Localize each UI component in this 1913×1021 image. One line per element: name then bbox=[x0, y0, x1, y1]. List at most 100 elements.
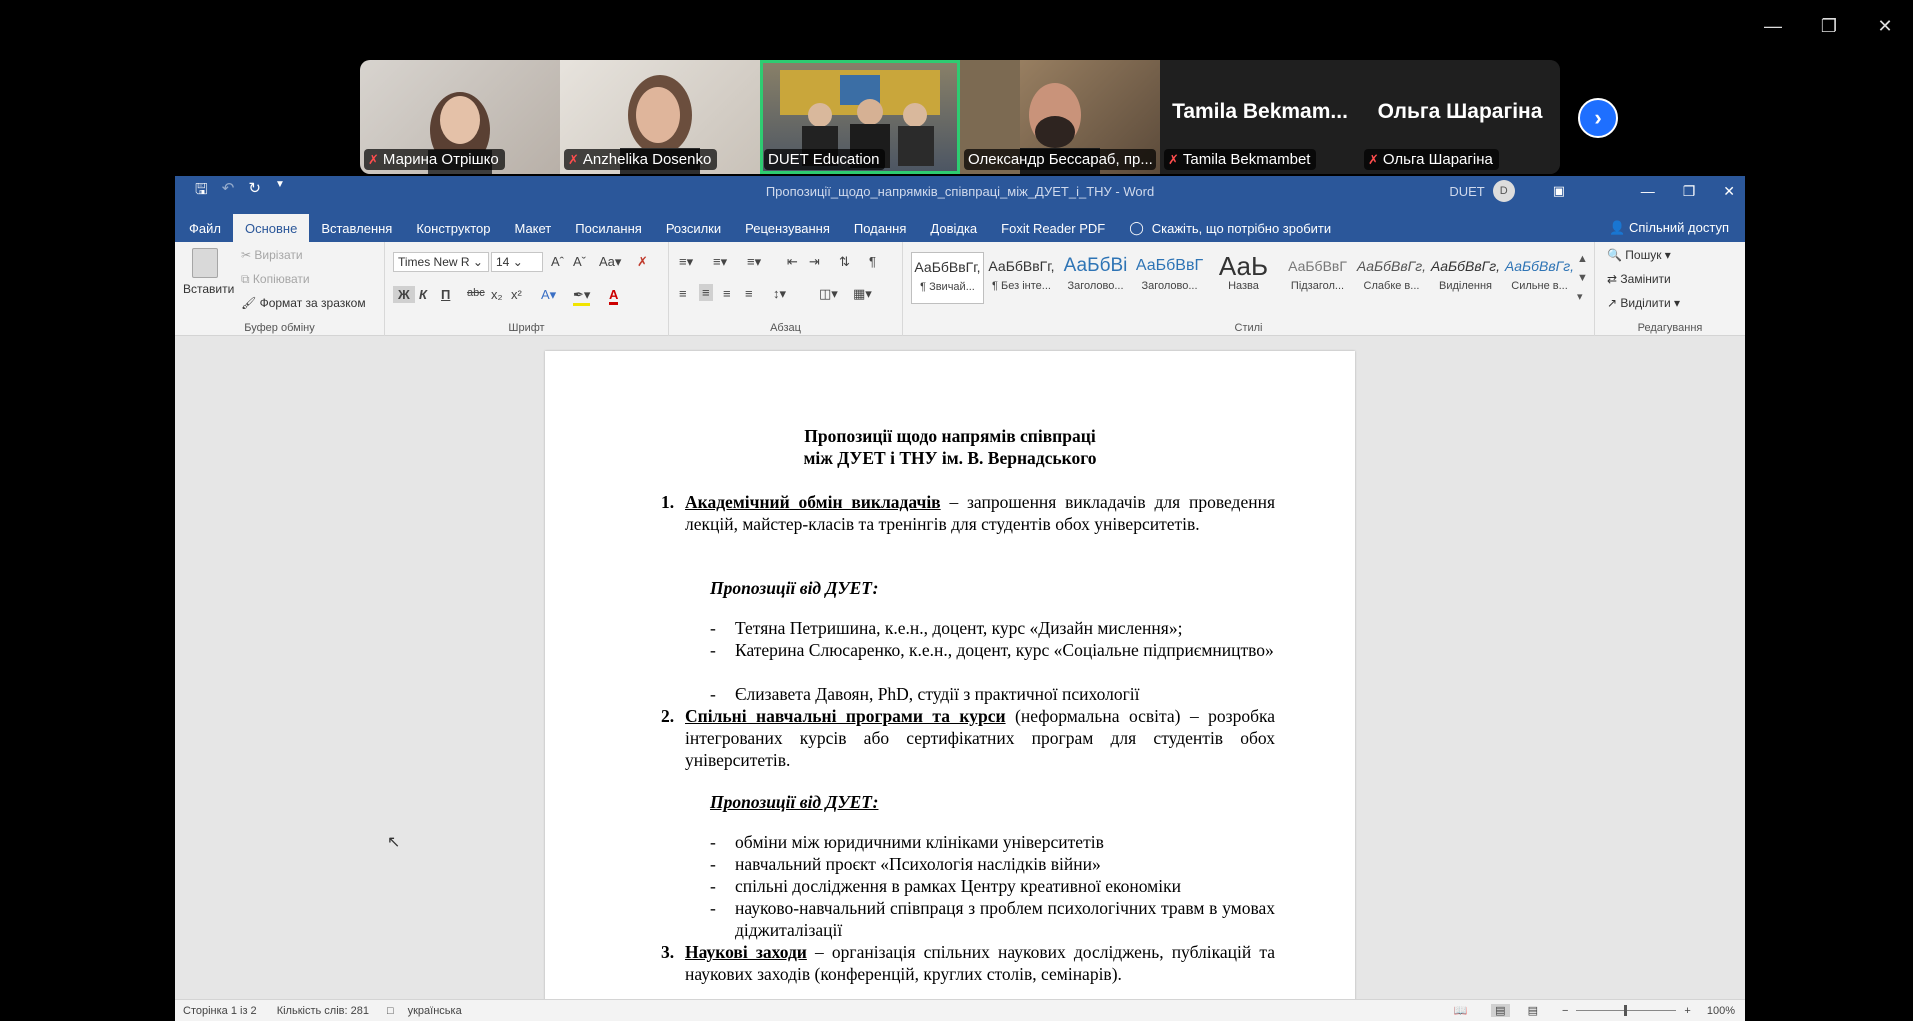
close-icon[interactable]: ✕ bbox=[1857, 0, 1913, 52]
save-icon[interactable]: 🖫 bbox=[195, 179, 208, 204]
style-heading-1[interactable]: АаБбВі Заголово... bbox=[1059, 252, 1132, 304]
sort-icon[interactable]: ⇅ bbox=[839, 254, 850, 270]
zoom-slider[interactable] bbox=[1576, 1005, 1677, 1016]
mouse-cursor-icon: ↖ bbox=[387, 834, 401, 851]
style-emphasis[interactable]: АаБбВвГг, Виділення bbox=[1429, 252, 1502, 304]
zoom-thumb[interactable] bbox=[1624, 1005, 1628, 1016]
clear-format-icon[interactable]: ✗ bbox=[637, 254, 648, 270]
multilevel-list-icon[interactable]: ≡▾ bbox=[747, 254, 761, 270]
participant-tile[interactable]: Олександр Бессараб, пр... bbox=[960, 60, 1160, 174]
style-normal[interactable]: АаБбВвГг, ¶ Звичай... bbox=[911, 252, 984, 304]
replace-button[interactable]: ⇄ Замінити bbox=[1607, 272, 1671, 286]
mic-off-icon: ✗ bbox=[568, 151, 579, 167]
restore-icon[interactable]: ❐ bbox=[1801, 0, 1857, 52]
increase-indent-icon[interactable]: ⇥ bbox=[809, 254, 820, 270]
numbering-icon[interactable]: ≡▾ bbox=[713, 254, 727, 270]
zoom-level[interactable]: 100% bbox=[1707, 1005, 1735, 1017]
web-layout-icon[interactable]: ▤ bbox=[1528, 1004, 1538, 1017]
style-no-spacing[interactable]: АаБбВвГг, ¶ Без інте... bbox=[985, 252, 1058, 304]
close-icon[interactable]: ✕ bbox=[1723, 183, 1735, 200]
font-size-select[interactable]: 14 ⌄ bbox=[491, 252, 543, 272]
document-page[interactable]: Пропозиції щодо напрямів співпраці між Д… bbox=[545, 351, 1355, 1001]
align-left-icon[interactable]: ≡ bbox=[679, 286, 687, 301]
select-button[interactable]: ↗ Виділити ▾ bbox=[1607, 296, 1680, 310]
tab-view[interactable]: Подання bbox=[842, 214, 919, 242]
change-case-icon[interactable]: Aa▾ bbox=[599, 254, 621, 270]
redo-icon[interactable]: ↻ bbox=[248, 179, 261, 204]
tab-file[interactable]: Файл bbox=[175, 214, 233, 242]
tell-me-box[interactable]: ◯ Скажіть, що потрібно зробити bbox=[1129, 214, 1331, 242]
restore-icon[interactable]: ❐ bbox=[1683, 183, 1696, 200]
ribbon-display-icon[interactable]: ▣ bbox=[1553, 183, 1565, 199]
avatar: D bbox=[1492, 180, 1515, 202]
align-center-icon[interactable]: ≡ bbox=[699, 284, 713, 301]
read-mode-icon[interactable]: 📖 bbox=[1453, 1004, 1467, 1017]
decrease-indent-icon[interactable]: ⇤ bbox=[787, 254, 798, 270]
tab-insert[interactable]: Вставлення bbox=[309, 214, 404, 242]
tab-design[interactable]: Конструктор bbox=[404, 214, 502, 242]
word-count[interactable]: Кількість слів: 281 bbox=[277, 1005, 369, 1017]
minimize-icon[interactable]: — bbox=[1745, 0, 1801, 52]
minimize-icon[interactable]: — bbox=[1641, 183, 1655, 200]
grow-font-icon[interactable]: Aˆ bbox=[551, 254, 564, 269]
tab-layout[interactable]: Макет bbox=[502, 214, 563, 242]
shrink-font-icon[interactable]: Aˇ bbox=[573, 254, 586, 269]
participant-tile-active[interactable]: DUET Education bbox=[760, 60, 960, 174]
paste-button[interactable]: Вставити bbox=[183, 248, 235, 296]
subscript-icon[interactable]: x₂ bbox=[491, 287, 503, 302]
bold-icon[interactable]: Ж bbox=[393, 286, 415, 303]
tab-references[interactable]: Посилання bbox=[563, 214, 654, 242]
participant-tile[interactable]: Tamila Bekmam... ✗ Tamila Bekmambet bbox=[1160, 60, 1360, 174]
proofing-icon[interactable]: □ bbox=[387, 1005, 394, 1017]
highlight-icon[interactable]: ✒▾ bbox=[573, 287, 591, 306]
paste-label: Вставити bbox=[183, 282, 235, 296]
text-effects-icon[interactable]: A▾ bbox=[541, 287, 556, 303]
zoom-in-icon[interactable]: + bbox=[1684, 1005, 1690, 1017]
format-painter-button[interactable]: 🖌 Формат за зразком bbox=[241, 296, 366, 310]
clipboard-icon bbox=[192, 248, 218, 278]
list-item: - спільні дослідження в рамках Центру кре… bbox=[710, 876, 1181, 896]
tab-home[interactable]: Основне bbox=[232, 214, 310, 242]
borders-icon[interactable]: ▦▾ bbox=[853, 286, 872, 302]
document-canvas[interactable]: Пропозиції щодо напрямів співпраці між Д… bbox=[175, 336, 1745, 1001]
proposals-heading: Пропозиції від ДУЕТ: bbox=[710, 792, 879, 812]
cut-button[interactable]: ✂ Вирізати bbox=[241, 248, 303, 262]
tab-mailings[interactable]: Розсилки bbox=[654, 214, 733, 242]
font-color-icon[interactable]: A bbox=[609, 287, 619, 305]
participant-tile[interactable]: ✗ Anzhelika Dosenko bbox=[560, 60, 760, 174]
tab-foxit[interactable]: Foxit Reader PDF bbox=[989, 214, 1117, 242]
style-subtle-emphasis[interactable]: АаБбВвГг, Слабке в... bbox=[1355, 252, 1428, 304]
find-button[interactable]: 🔍 Пошук ▾ bbox=[1607, 248, 1671, 262]
italic-icon[interactable]: К bbox=[419, 287, 427, 302]
style-intense-emphasis[interactable]: АаБбВвГг, Сильне в... bbox=[1503, 252, 1576, 304]
customize-qat-icon[interactable]: ▼ bbox=[275, 179, 285, 204]
justify-icon[interactable]: ≡ bbox=[745, 286, 753, 301]
shading-icon[interactable]: ◫▾ bbox=[819, 286, 838, 302]
participant-tile[interactable]: Ольга Шарагіна ✗ Ольга Шарагіна bbox=[1360, 60, 1560, 174]
share-button[interactable]: 👤 Спільний доступ bbox=[1609, 220, 1729, 236]
strikethrough-icon[interactable]: abc bbox=[467, 287, 485, 299]
styles-scroll[interactable]: ▲ ▼ ▾ bbox=[1577, 250, 1588, 307]
bullets-icon[interactable]: ≡▾ bbox=[679, 254, 693, 270]
copy-button[interactable]: ⧉ Копіювати bbox=[241, 272, 310, 287]
line-spacing-icon[interactable]: ↕▾ bbox=[773, 286, 786, 302]
font-name-select[interactable]: Times New R ⌄ bbox=[393, 252, 489, 272]
account[interactable]: DUET D ▣ bbox=[1449, 180, 1565, 202]
styles-group: АаБбВвГг, ¶ Звичай... АаБбВвГг, ¶ Без інте… bbox=[903, 242, 1595, 336]
underline-icon[interactable]: П bbox=[441, 287, 450, 302]
style-subtitle[interactable]: АаБбВвГ Підзагол... bbox=[1281, 252, 1354, 304]
language[interactable]: українська bbox=[408, 1005, 462, 1017]
style-heading-2[interactable]: АаБбВвГ Заголово... bbox=[1133, 252, 1206, 304]
next-participants-button[interactable]: › bbox=[1578, 98, 1618, 138]
tab-review[interactable]: Рецензування bbox=[733, 214, 842, 242]
tab-help[interactable]: Довідка bbox=[918, 214, 989, 242]
superscript-icon[interactable]: x² bbox=[511, 287, 522, 302]
zoom-out-icon[interactable]: − bbox=[1562, 1005, 1568, 1017]
show-marks-icon[interactable]: ¶ bbox=[869, 254, 876, 269]
undo-icon[interactable]: ↶ bbox=[222, 179, 235, 204]
participant-tile[interactable]: ✗ Марина Отрішко bbox=[360, 60, 560, 174]
style-title[interactable]: АаЬ Назва bbox=[1207, 252, 1280, 304]
align-right-icon[interactable]: ≡ bbox=[723, 286, 731, 301]
print-layout-icon[interactable]: ▤ bbox=[1491, 1004, 1510, 1017]
page-count[interactable]: Сторінка 1 із 2 bbox=[183, 1005, 257, 1017]
